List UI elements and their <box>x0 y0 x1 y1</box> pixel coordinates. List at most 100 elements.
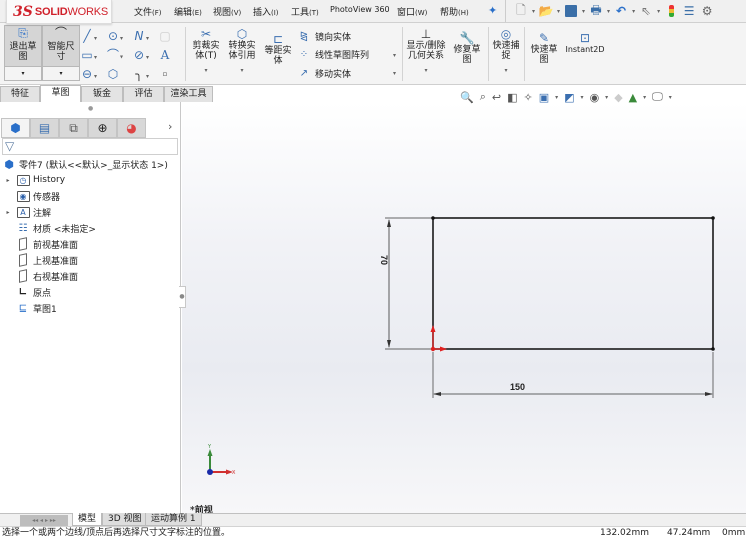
tree-filter-input[interactable]: ▽ <box>2 138 178 155</box>
menu-edit[interactable]: 编辑(E) <box>174 5 202 18</box>
tab-render-tools[interactable]: 渲染工具 <box>164 86 213 102</box>
exit-sketch-button[interactable]: ⎘ 退出草图 ▾ <box>4 25 42 81</box>
height-dimension-text[interactable]: 70 <box>379 255 389 265</box>
point-tool[interactable]: ▫ <box>158 67 184 81</box>
sketch-point[interactable] <box>711 347 715 351</box>
mirror-entities-button[interactable]: ⧎ 镜向实体 <box>297 29 351 43</box>
ellipse-tool[interactable]: ⊘ ▾ <box>132 48 158 62</box>
tree-item-history[interactable]: ▸ ◷ History <box>0 172 181 188</box>
sketch-picture-tool[interactable]: ▢ <box>158 29 184 43</box>
sketch-rectangle[interactable] <box>432 217 714 350</box>
tree-item-right-plane[interactable]: 右视基准面 <box>0 268 181 284</box>
tree-item-sensors[interactable]: ◉ 传感器 <box>0 188 181 204</box>
offset-entities-button[interactable]: ⊏ 等距实体 <box>262 32 294 66</box>
apply-scene-icon[interactable]: ▲ <box>629 91 637 104</box>
select-dropdown[interactable]: ▾ <box>657 8 660 15</box>
section-view-icon[interactable]: ◧ <box>507 91 517 104</box>
rapid-sketch-button[interactable]: ✎ 快速草图 <box>528 31 560 65</box>
menu-view[interactable]: 视图(V) <box>213 5 241 18</box>
display-relations-button[interactable]: ⊥ 显示/删除几何关系 ▾ <box>405 27 447 74</box>
exit-sketch-dropdown[interactable]: ▾ <box>5 66 41 80</box>
dynamic-annotation-icon[interactable]: ✧ <box>524 91 533 104</box>
configuration-manager-tab[interactable]: ⧉ <box>59 118 88 138</box>
quick-snaps-button[interactable]: ◎ 快速捕捉 ▾ <box>490 27 522 74</box>
options-icon[interactable]: ⚙ <box>700 4 714 18</box>
line-tool[interactable]: ╱ ▾ <box>80 29 106 43</box>
tree-root-part[interactable]: ⬢ 零件7 (默认<<默认>_显示状态 1>) <box>0 156 181 172</box>
tree-item-origin[interactable]: ∟ 原点 <box>0 284 181 300</box>
save-dropdown[interactable]: ▾ <box>582 8 585 15</box>
solidworks-logo[interactable]: 3S SOLIDWORKS <box>6 0 112 24</box>
pin-menu-icon[interactable]: ✦ <box>488 4 497 17</box>
sketch-canvas[interactable]: 70 150 Y X <box>182 102 746 513</box>
move-entities-button[interactable]: ↗ 移动实体 <box>297 66 351 80</box>
open-dropdown[interactable]: ▾ <box>557 8 560 15</box>
zoom-to-area-icon[interactable]: ⌕ <box>480 90 486 104</box>
linear-pattern-button[interactable]: ⁘ 线性草图阵列 <box>297 47 369 61</box>
sketch-origin[interactable] <box>430 346 436 352</box>
panel-scroll-right-icon[interactable]: › <box>168 120 172 133</box>
select-icon[interactable]: ⇖ <box>639 4 653 18</box>
undo-icon[interactable]: ↶ <box>614 4 628 18</box>
tree-item-top-plane[interactable]: 上视基准面 <box>0 252 181 268</box>
display-style-icon[interactable]: ◩ <box>564 91 574 104</box>
tab-features[interactable]: 特征 <box>0 86 40 102</box>
convert-entities-button[interactable]: ⬡ 转换实体引用 ▾ <box>226 27 258 74</box>
expand-arrow-icon[interactable]: ▸ <box>4 209 12 216</box>
save-icon[interactable] <box>564 4 578 18</box>
pattern-dropdown[interactable]: ▾ <box>393 52 396 59</box>
width-dimension-text[interactable]: 150 <box>510 382 525 392</box>
tab-model[interactable]: 模型 <box>72 513 103 526</box>
panel-resize-handle[interactable]: ● <box>88 105 93 112</box>
tree-item-annotations[interactable]: ▸ A 注解 <box>0 204 181 220</box>
smart-dimension-dropdown[interactable]: ▾ <box>43 66 79 80</box>
view-orientation-icon[interactable]: ▣ <box>539 91 549 104</box>
tree-item-material[interactable]: ☷ 材质 <未指定> <box>0 220 181 236</box>
circle-tool[interactable]: ⊙ ▾ <box>106 29 132 43</box>
tree-item-front-plane[interactable]: 前视基准面 <box>0 236 181 252</box>
menu-tools[interactable]: 工具(T) <box>291 5 319 18</box>
smart-dimension-button[interactable]: ⌒ 智能尺寸 ▾ <box>42 25 80 81</box>
rebuild-icon[interactable] <box>664 4 678 18</box>
graphics-area[interactable]: 70 150 Y X <box>182 102 746 513</box>
menu-insert[interactable]: 插入(I) <box>253 5 279 18</box>
zoom-to-fit-icon[interactable]: 🔍 <box>460 91 474 104</box>
spline-tool[interactable]: N ▾ <box>132 29 158 43</box>
rectangle-tool[interactable]: ▭▾ <box>80 48 106 62</box>
view-settings-icon[interactable]: 🖵 <box>652 90 663 104</box>
undo-dropdown[interactable]: ▾ <box>632 8 635 15</box>
menu-file[interactable]: 文件(F) <box>134 5 162 18</box>
arc-tool[interactable]: ⌒▾ <box>106 47 132 62</box>
menu-help[interactable]: 帮助(H) <box>440 5 469 18</box>
feature-manager-tab[interactable]: ⬢ <box>1 118 30 138</box>
tab-sketch[interactable]: 草图 <box>40 85 81 102</box>
display-manager-tab[interactable]: ◕ <box>117 118 146 138</box>
expand-arrow-icon[interactable]: ▸ <box>4 177 12 184</box>
slot-tool[interactable]: ⊖ ▾ <box>80 67 106 81</box>
tree-item-sketch1[interactable]: ⊑ 草图1 <box>0 300 181 316</box>
panel-collapse-handle[interactable]: ● <box>179 286 186 308</box>
print-dropdown[interactable]: ▾ <box>607 8 610 15</box>
tab-evaluate[interactable]: 评估 <box>123 86 164 102</box>
file-properties-icon[interactable]: ☰ <box>682 4 696 18</box>
print-icon[interactable]: 🖶 <box>589 3 603 18</box>
fillet-tool[interactable]: ╮ ▾ <box>132 67 158 81</box>
new-dropdown[interactable]: ▾ <box>532 8 535 15</box>
tab-sheet-metal[interactable]: 钣金 <box>81 86 123 102</box>
repair-sketch-button[interactable]: 🔧 修复草图 <box>451 31 483 65</box>
property-manager-tab[interactable]: ▤ <box>30 118 59 138</box>
sketch-point[interactable] <box>431 216 435 220</box>
tab-3d-views[interactable]: 3D 视图 <box>102 513 148 526</box>
dimxpert-manager-tab[interactable]: ⊕ <box>88 118 117 138</box>
tab-scroll-buttons[interactable]: ◂◂ ◂ ▸ ▸▸ <box>20 515 68 526</box>
hide-show-items-icon[interactable]: ◉ <box>590 91 600 104</box>
sketch-point[interactable] <box>711 216 715 220</box>
edit-appearance-icon[interactable]: ◆ <box>614 91 622 104</box>
open-icon[interactable]: 📂 <box>539 4 554 18</box>
new-icon[interactable]: 🗋 <box>514 3 528 18</box>
text-tool[interactable]: A <box>158 48 184 62</box>
move-dropdown[interactable]: ▾ <box>393 70 396 77</box>
trim-button[interactable]: ✂ 剪裁实体(T) ▾ <box>190 27 222 74</box>
tab-motion-study[interactable]: 运动算例 1 <box>145 513 202 526</box>
polygon-tool[interactable]: ⬡ <box>106 67 132 81</box>
